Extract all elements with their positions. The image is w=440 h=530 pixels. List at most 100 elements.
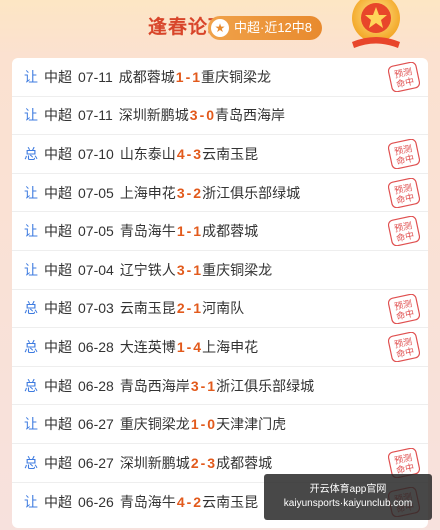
away-score: 3 bbox=[207, 454, 216, 471]
away-score: 1 bbox=[193, 223, 202, 240]
match-date: 06-27 bbox=[78, 454, 114, 471]
home-team: 成都蓉城 bbox=[118, 68, 175, 85]
away-score: 1 bbox=[193, 261, 202, 278]
away-team: 天津津门虎 bbox=[216, 416, 287, 433]
score-separator: - bbox=[186, 261, 192, 278]
home-team: 青岛西海岸 bbox=[119, 377, 190, 394]
header: 逢春论球 ★ 中超·近12中8 bbox=[0, 0, 440, 56]
home-score: 1 bbox=[176, 338, 185, 355]
away-score: 0 bbox=[207, 416, 216, 433]
match-row[interactable]: 让中超 07-11 成都蓉城 1-1 重庆铜梁龙 预测 命中 bbox=[12, 58, 428, 97]
bet-type-label: 总 bbox=[24, 454, 38, 471]
match-row[interactable]: 让中超 06-27 重庆铜梁龙 1-0 天津津门虎 bbox=[12, 405, 428, 444]
watermark-line2: kaiyunsports·kaiyunclub.com bbox=[283, 498, 413, 509]
bet-type-label: 总 bbox=[24, 145, 38, 162]
match-date: 06-28 bbox=[78, 338, 114, 355]
home-score: 1 bbox=[190, 416, 199, 433]
away-score: 1 bbox=[193, 300, 202, 317]
match-row[interactable]: 总中超 06-28 大连英博 1-4 上海申花 预测 命中 bbox=[12, 328, 428, 367]
league-label: 中超 bbox=[44, 184, 72, 201]
home-score: 3 bbox=[176, 184, 185, 201]
score-separator: - bbox=[200, 377, 206, 394]
prediction-hit-stamp: 预测命中 bbox=[388, 293, 420, 324]
match-row[interactable]: 让中超 07-04 辽宁铁人 3-1 重庆铜梁龙 bbox=[12, 251, 428, 290]
match-date: 06-28 bbox=[78, 377, 114, 394]
home-team: 重庆铜梁龙 bbox=[119, 416, 190, 433]
match-row[interactable]: 总中超 07-10 山东泰山 4-3 云南玉昆 预测 命中 bbox=[12, 135, 428, 174]
league-label: 中超 bbox=[44, 377, 72, 394]
bet-type-label: 让 bbox=[24, 261, 38, 278]
away-score: 0 bbox=[206, 107, 215, 124]
home-team: 山东泰山 bbox=[119, 145, 176, 162]
home-team: 深圳新鹏城 bbox=[118, 107, 189, 124]
bet-type-label: 总 bbox=[24, 377, 38, 394]
match-date: 07-11 bbox=[78, 68, 113, 85]
bet-type-label: 总 bbox=[24, 300, 38, 317]
home-score: 2 bbox=[190, 454, 199, 471]
home-team: 大连英博 bbox=[119, 338, 176, 355]
score-separator: - bbox=[185, 68, 191, 85]
home-team: 云南玉昆 bbox=[119, 300, 176, 317]
bet-type-label: 让 bbox=[24, 184, 38, 201]
match-row[interactable]: 让中超 07-05 青岛海牛 1-1 成都蓉城 预测 命中 bbox=[12, 212, 428, 251]
prediction-hit-stamp: 预测命中 bbox=[388, 332, 420, 363]
home-team: 青岛海牛 bbox=[119, 223, 176, 240]
match-row[interactable]: 让中超 07-05 上海申花 3-2 浙江俱乐部绿城 预测 命中 bbox=[12, 174, 428, 213]
home-score: 1 bbox=[176, 223, 185, 240]
score-separator: - bbox=[186, 145, 192, 162]
match-date: 07-04 bbox=[78, 261, 114, 278]
score-separator: - bbox=[200, 416, 206, 433]
bet-type-label: 让 bbox=[24, 416, 38, 433]
match-date: 07-10 bbox=[78, 145, 114, 162]
match-date: 07-03 bbox=[78, 300, 114, 317]
score-separator: - bbox=[186, 184, 192, 201]
match-row[interactable]: 总中超 06-28 青岛西海岸 3-1 浙江俱乐部绿城 bbox=[12, 367, 428, 406]
match-date: 06-26 bbox=[78, 493, 114, 510]
home-score: 3 bbox=[176, 261, 185, 278]
medal-star-icon bbox=[352, 0, 400, 48]
home-score: 4 bbox=[176, 145, 185, 162]
bet-type-label: 让 bbox=[24, 68, 38, 85]
score-separator: - bbox=[186, 338, 192, 355]
away-team: 河南队 bbox=[202, 300, 245, 317]
watermark-line1: 开云体育app官网 bbox=[309, 484, 387, 495]
away-team: 青岛西海岸 bbox=[215, 107, 286, 124]
home-score: 3 bbox=[190, 377, 199, 394]
prediction-hit-stamp: 预测命中 bbox=[388, 216, 420, 247]
match-row[interactable]: 总中超 07-03 云南玉昆 2-1 河南队 预测 命中 bbox=[12, 290, 428, 329]
watermark: 开云体育app官网 kaiyunsports·kaiyunclub.com bbox=[264, 474, 432, 520]
away-team: 上海申花 bbox=[202, 338, 259, 355]
home-score: 2 bbox=[176, 300, 185, 317]
league-label: 中超 bbox=[44, 261, 72, 278]
league-label: 中超 bbox=[44, 338, 72, 355]
away-score: 2 bbox=[193, 184, 202, 201]
away-score: 3 bbox=[193, 145, 202, 162]
bet-type-label: 让 bbox=[24, 223, 38, 240]
away-team: 成都蓉城 bbox=[202, 223, 259, 240]
league-label: 中超 bbox=[44, 145, 72, 162]
score-separator: - bbox=[199, 107, 205, 124]
score-separator: - bbox=[186, 493, 192, 510]
record-badge-label: 中超·近12中8 bbox=[234, 20, 313, 35]
away-team: 云南玉昆 bbox=[202, 493, 259, 510]
league-label: 中超 bbox=[44, 68, 72, 85]
match-date: 07-05 bbox=[78, 223, 114, 240]
home-team: 深圳新鹏城 bbox=[119, 454, 190, 471]
league-label: 中超 bbox=[44, 107, 72, 124]
home-score: 1 bbox=[175, 68, 184, 85]
league-label: 中超 bbox=[44, 493, 72, 510]
home-team: 辽宁铁人 bbox=[119, 261, 176, 278]
record-badge: ★ 中超·近12中8 bbox=[208, 16, 323, 40]
league-label: 中超 bbox=[44, 300, 72, 317]
match-list: 让中超 07-11 成都蓉城 1-1 重庆铜梁龙 预测 命中让中超 07-11 深圳新鹏城 3-0… bbox=[12, 58, 428, 528]
match-date: 07-11 bbox=[78, 107, 113, 124]
match-row[interactable]: 让中超 07-11 深圳新鹏城 3-0 青岛西海岸 bbox=[12, 97, 428, 136]
match-date: 07-05 bbox=[78, 184, 114, 201]
league-label: 中超 bbox=[44, 416, 72, 433]
prediction-hit-stamp: 预测命中 bbox=[388, 62, 420, 92]
away-score: 1 bbox=[207, 377, 216, 394]
home-team: 青岛海牛 bbox=[119, 493, 176, 510]
prediction-hit-stamp: 预测命中 bbox=[388, 139, 420, 170]
home-score: 4 bbox=[176, 493, 185, 510]
home-team: 上海申花 bbox=[119, 184, 176, 201]
